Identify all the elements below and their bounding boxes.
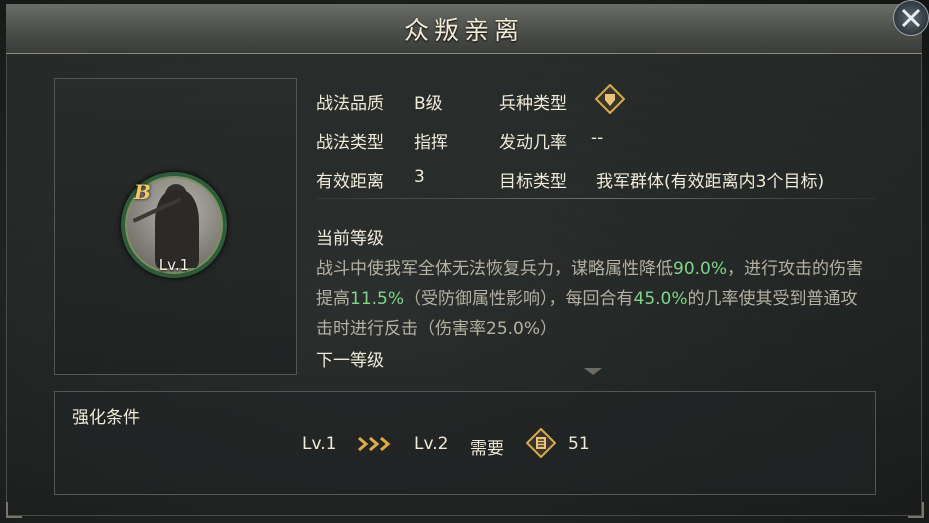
quality-label: 战法品质 (316, 94, 384, 114)
current-level-heading: 当前等级 (316, 229, 384, 249)
type-label: 战法类型 (316, 133, 384, 153)
title-bar: 众叛亲离 (6, 4, 922, 54)
shield-icon[interactable] (594, 83, 626, 115)
enhance-panel (54, 391, 876, 495)
divider (316, 198, 876, 199)
skill-point-icon (525, 427, 557, 459)
to-level: Lv.2 (414, 434, 449, 454)
quality-value: B级 (414, 94, 443, 114)
range-value: 3 (414, 167, 425, 187)
range-label: 有效距离 (316, 172, 384, 192)
next-level-heading: 下一等级 (316, 351, 384, 371)
desc-highlight-1: 90.0% (673, 259, 728, 279)
dialog-title: 众叛亲离 (403, 15, 524, 45)
close-icon (901, 8, 921, 28)
target-label: 目标类型 (499, 172, 567, 192)
trigger-value: -- (591, 128, 604, 148)
target-value: 我军群体(有效距离内3个目标) (596, 172, 825, 192)
trigger-label: 发动几率 (499, 133, 567, 153)
corner-ornament (908, 502, 924, 518)
cost-value: 51 (568, 434, 590, 454)
desc-text-1: 战斗中使我军全体无法恢复兵力，谋略属性降低 (316, 259, 673, 279)
enhance-heading: 强化条件 (72, 408, 140, 428)
require-label: 需要 (470, 439, 504, 459)
corner-ornament (6, 502, 22, 518)
avatar-level: Lv.1 (158, 256, 190, 274)
troop-label: 兵种类型 (499, 94, 567, 114)
current-level-description: 战斗中使我军全体无法恢复兵力，谋略属性降低90.0%，进行攻击的伤害提高11.5… (316, 254, 864, 344)
desc-highlight-2: 11.5% (350, 289, 405, 309)
desc-text-3: （受防御属性影响），每回合有 (404, 289, 634, 309)
close-button[interactable] (893, 0, 929, 36)
desc-highlight-3: 45.0% (633, 289, 688, 309)
grade-badge: B (134, 180, 151, 204)
type-value: 指挥 (414, 133, 448, 153)
from-level: Lv.1 (302, 434, 337, 454)
arrow-right-icon (357, 434, 395, 454)
scroll-down-icon[interactable] (584, 368, 602, 375)
